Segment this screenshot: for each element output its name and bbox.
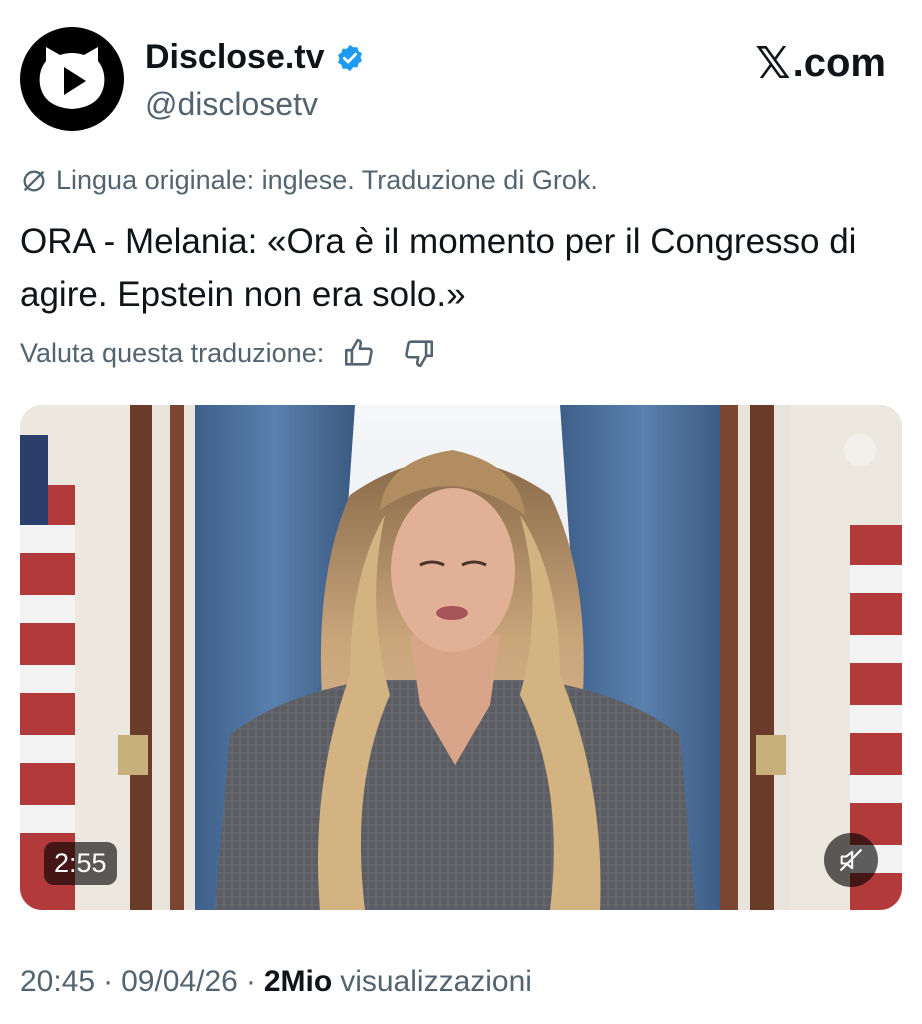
thumbs-down-icon (405, 340, 434, 368)
views-label: visualizzazioni (340, 965, 532, 998)
tweet-meta: 20:45 · 09/04/26 · 2Mio visualizzazioni (20, 965, 532, 999)
video-thumbnail (20, 405, 902, 910)
play-cat-logo-icon (39, 47, 105, 109)
mute-toggle-button[interactable] (824, 833, 878, 887)
video-player[interactable]: 2:55 (20, 405, 902, 910)
thumbs-up-icon (345, 338, 373, 366)
views-count[interactable]: 2Mio (264, 965, 332, 999)
tweet-time[interactable]: 20:45 (20, 965, 95, 999)
x-logo-icon: 𝕏 (755, 39, 791, 88)
rate-translation-row: Valuta questa traduzione: (20, 336, 436, 370)
tweet-text: ORA - Melania: «Ora è il momento per il … (20, 222, 857, 314)
thumbs-up-button[interactable] (342, 336, 376, 370)
author-avatar[interactable] (20, 27, 124, 131)
tweet-card: Disclose.tv @disclosetv 𝕏 .com Lingua or… (0, 0, 922, 1024)
author-name[interactable]: Disclose.tv (145, 38, 365, 77)
author-handle[interactable]: @disclosetv (145, 86, 318, 123)
x-com-logo: 𝕏 .com (755, 38, 886, 89)
x-logo-text: .com (792, 41, 886, 85)
tweet-date[interactable]: 09/04/26 (121, 965, 238, 999)
speaker-muted-icon (839, 848, 863, 872)
thumbs-down-button[interactable] (402, 336, 436, 370)
author-display-name: Disclose.tv (145, 38, 325, 76)
slash-circle-icon (23, 170, 45, 191)
meta-separator: · (103, 965, 114, 998)
video-duration-badge: 2:55 (44, 842, 117, 885)
verified-badge-icon (335, 43, 365, 73)
translation-note: Lingua originale: inglese. Traduzione di… (20, 165, 598, 196)
rate-translation-label: Valuta questa traduzione: (20, 337, 325, 368)
meta-separator: · (245, 965, 256, 998)
translation-note-text: Lingua originale: inglese. Traduzione di… (56, 165, 598, 195)
